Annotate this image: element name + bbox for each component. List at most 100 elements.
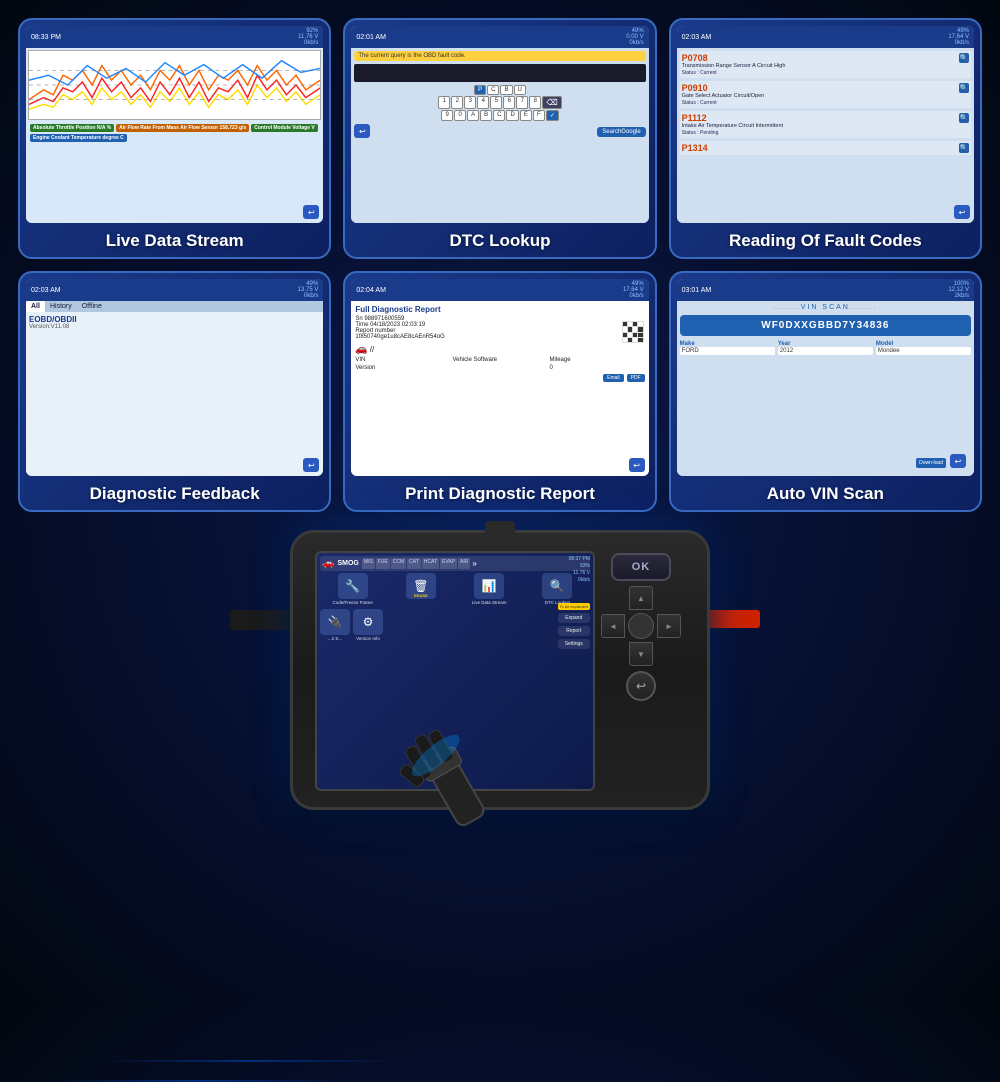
- expand-btn[interactable]: Expand: [558, 613, 590, 623]
- back-button-1[interactable]: ↩: [303, 205, 319, 219]
- key-confirm[interactable]: ✓: [546, 110, 559, 121]
- code-id-4: P1314: [682, 143, 708, 153]
- key-2[interactable]: 2: [451, 96, 463, 109]
- key-9[interactable]: 9: [441, 110, 453, 121]
- tab-history[interactable]: History: [45, 301, 77, 312]
- dpad-left[interactable]: ◄: [601, 614, 625, 638]
- report-buttons: Email PDF: [603, 374, 645, 382]
- ok-button[interactable]: OK: [611, 553, 671, 581]
- key-1[interactable]: 1: [438, 96, 450, 109]
- fault-code-P1112: P1112 🔍 Intake Air Temperature Circuit I…: [680, 111, 971, 138]
- key-F[interactable]: F: [533, 110, 545, 121]
- tab-air[interactable]: AIR: [458, 558, 470, 569]
- email-btn[interactable]: Email: [603, 374, 624, 382]
- key-6[interactable]: 6: [503, 96, 515, 109]
- key-3[interactable]: 3: [464, 96, 476, 109]
- key-P[interactable]: P: [474, 85, 486, 95]
- back-button-5[interactable]: ↩: [629, 458, 645, 472]
- key-5[interactable]: 5: [490, 96, 502, 109]
- diagnostic-feedback-card: 02:03 AM 49% 13.75 V 0kb/s All History O…: [18, 271, 331, 512]
- version-label: Version: [355, 365, 450, 371]
- tab-ccm[interactable]: CCM: [391, 558, 406, 569]
- signal-4: 0kb/s: [304, 293, 318, 299]
- menu-item-live[interactable]: 📊 Live Data Stream: [457, 573, 522, 605]
- dpad-up[interactable]: ▲: [629, 586, 653, 610]
- erase-icon: 🗑 ERASE: [406, 573, 436, 599]
- back-button-4[interactable]: ↩: [303, 458, 319, 472]
- vin-number: WF0DXXGBBD7Y34836: [680, 315, 971, 336]
- key-U[interactable]: U: [514, 85, 526, 95]
- back-button-3[interactable]: ↩: [954, 205, 970, 219]
- live-data-stream-card: 08:33 PM 92% 11.76 V 0kb/s: [18, 18, 331, 259]
- glow-line-1: [100, 1060, 400, 1062]
- key-C[interactable]: C: [487, 85, 499, 95]
- menu-item-dtc[interactable]: 🔧 Code/Freeze Frame: [320, 573, 385, 605]
- dpad-right[interactable]: ►: [657, 614, 681, 638]
- key-A[interactable]: A: [467, 110, 479, 121]
- live-data-stream-label: Live Data Stream: [20, 223, 329, 257]
- vin-scan-label-text: Auto VIN Scan: [671, 476, 980, 510]
- key-Bk[interactable]: B: [480, 110, 492, 121]
- diag-content: EOBD/OBDII Version:V11.08 ↩: [26, 312, 323, 476]
- report-content: Full Diagnostic Report Sn 988971600559 T…: [351, 301, 648, 476]
- tab-offline[interactable]: Offline: [77, 301, 107, 312]
- back-circle-button[interactable]: ↩: [626, 671, 656, 701]
- key-8[interactable]: 8: [529, 96, 541, 109]
- diag-feedback-label: Diagnostic Feedback: [20, 476, 329, 510]
- chart-area: [28, 50, 321, 120]
- print-report-card: 02:04 AM 49% 17.64 V 0kb/s Full Diagnost…: [343, 271, 656, 512]
- keyboard-row-1: P C B U: [354, 85, 645, 95]
- dpad-down[interactable]: ▼: [629, 642, 653, 666]
- smog-tabs: MIS FUE CCM CAT HCAT EVAP AIR »: [362, 558, 478, 569]
- menu-item-erase[interactable]: 🗑 ERASE: [388, 573, 453, 605]
- key-E[interactable]: E: [520, 110, 532, 121]
- badge-coolant: Engine Coolant Temperature degree C: [30, 134, 127, 142]
- dpad: ▲ ▼ ◄ ►: [601, 586, 681, 666]
- settings-btn[interactable]: Settings: [558, 639, 590, 649]
- time-6: 03:01 AM: [682, 287, 712, 294]
- tab-hcat[interactable]: HCAT: [422, 558, 439, 569]
- signal-5: 0kb/s: [629, 293, 643, 299]
- code-status-1: Status : Current: [682, 70, 969, 76]
- search-icon-2[interactable]: 🔍: [959, 83, 969, 93]
- badge-throttle: Absolute Throttle Position N/A %: [30, 124, 114, 132]
- code-status-2: Status : Current: [682, 100, 969, 106]
- search-icon-3[interactable]: 🔍: [959, 113, 969, 123]
- pdf-btn[interactable]: PDF: [627, 374, 645, 382]
- device-section: 🚗 SMOG MIS FUE CCM CAT HCAT EVAP AIR »: [0, 520, 1000, 1000]
- key-7[interactable]: 7: [516, 96, 528, 109]
- dtc-lookup-label: DTC Lookup: [345, 223, 654, 257]
- key-B[interactable]: B: [500, 85, 512, 95]
- key-4[interactable]: 4: [477, 96, 489, 109]
- search-google-btn[interactable]: SearchGoogle: [597, 127, 645, 137]
- download-btn[interactable]: Down-load: [916, 458, 946, 468]
- back-button-2[interactable]: ↩: [354, 124, 370, 138]
- code-status-3: Status : Pending: [682, 130, 969, 136]
- dpad-center: [628, 613, 654, 639]
- vin-label: VIN: [355, 357, 450, 363]
- tab-all[interactable]: All: [26, 301, 45, 312]
- smog-icons-grid: 🔧 Code/Freeze Frame 🗑 ERASE: [320, 573, 590, 605]
- menu-item-other[interactable]: 🔌 ...2 S...: [320, 609, 350, 641]
- search-icon-1[interactable]: 🔍: [959, 53, 969, 63]
- dtc-query: The current query is the OBD fault code.: [354, 51, 645, 61]
- report-id: 1f850740ge1u8cAE8cAEnR54oG: [355, 334, 644, 340]
- fault-codes-card: 02:03 AM 49% 17.64 V 0kb/s P0708 🔍 Trans…: [669, 18, 982, 259]
- live-data-content: Absolute Throttle Position N/A % Air Flo…: [26, 48, 323, 223]
- key-D[interactable]: D: [506, 110, 518, 121]
- key-backspace[interactable]: ⌫: [542, 96, 561, 109]
- tab-evap[interactable]: EVAP: [440, 558, 457, 569]
- status-6: 100% 12.12 V 2kb/s: [948, 281, 969, 299]
- model-value: Mondee: [876, 347, 971, 355]
- tab-more-icon[interactable]: »: [471, 558, 477, 569]
- dtc-input[interactable]: [354, 64, 645, 82]
- dtc-keyboard: P C B U 1 2 3 4 5 6 7 8 ⌫: [354, 85, 645, 121]
- tab-fue[interactable]: FUE: [376, 558, 390, 569]
- tab-mis[interactable]: MIS: [362, 558, 375, 569]
- search-icon-4[interactable]: 🔍: [959, 143, 969, 153]
- back-button-6[interactable]: ↩: [950, 454, 966, 468]
- report-btn[interactable]: Report: [558, 626, 590, 636]
- key-Ck[interactable]: C: [493, 110, 505, 121]
- key-0[interactable]: 0: [454, 110, 466, 121]
- tab-cat[interactable]: CAT: [407, 558, 421, 569]
